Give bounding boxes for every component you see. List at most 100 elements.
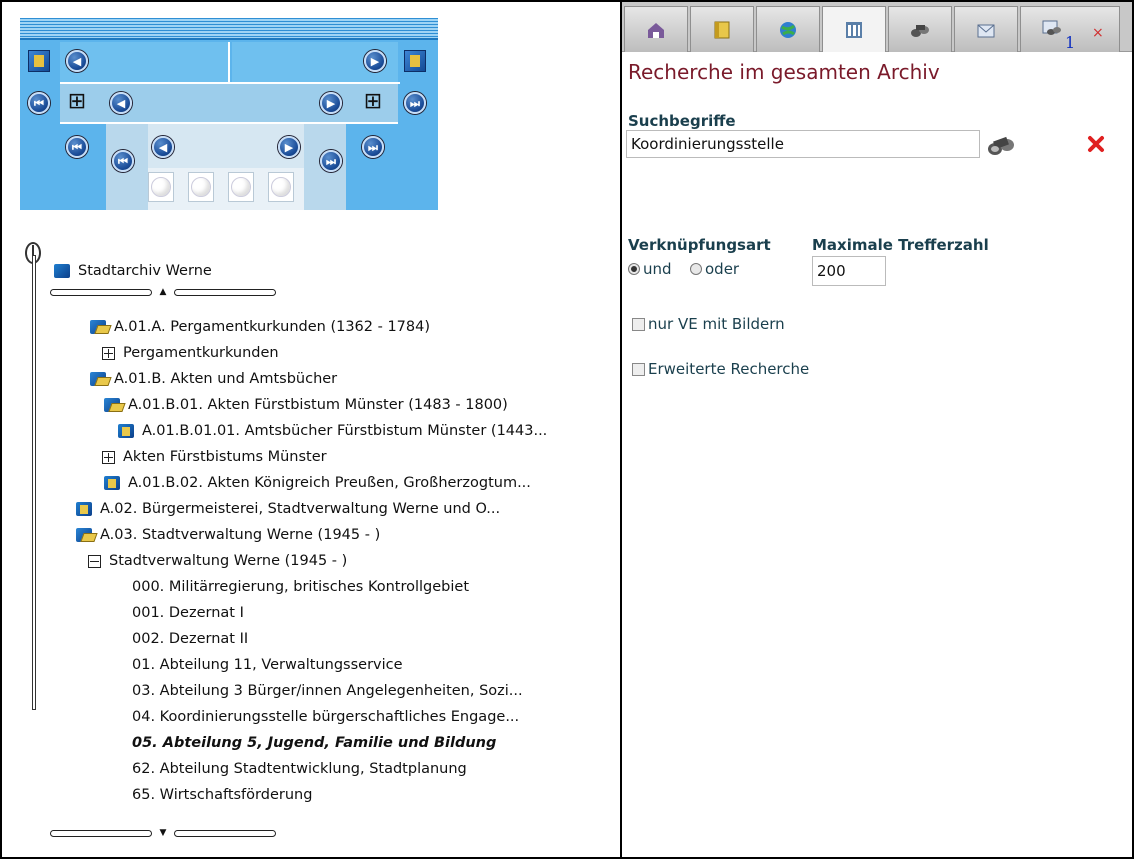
- grid-icon[interactable]: ⊞: [362, 91, 384, 113]
- arrow-left-icon[interactable]: ◀: [66, 50, 88, 72]
- tree-item[interactable]: 65. Wirtschaftsförderung: [132, 784, 312, 806]
- binoculars-icon: [911, 24, 929, 37]
- tree-item-label: 01. Abteilung 11, Verwaltungsservice: [132, 657, 403, 673]
- tree-item[interactable]: A.01.A. Pergamentkurkunden (1362 - 1784): [90, 316, 430, 338]
- tree-item-label: Stadtverwaltung Werne (1945 - ): [109, 553, 348, 569]
- chevron-up-icon: ▲: [159, 287, 167, 297]
- tree-item[interactable]: 03. Abteilung 3 Bürger/innen Angelegenhe…: [132, 680, 523, 702]
- advanced-search-checkbox[interactable]: Erweiterte Recherche: [632, 360, 809, 378]
- first-page-icon[interactable]: [28, 50, 50, 72]
- tab-globe[interactable]: [756, 6, 820, 52]
- tree-root[interactable]: Stadtarchiv Werne: [54, 260, 212, 282]
- thumbnail-placeholder[interactable]: [268, 172, 294, 202]
- folder-open-icon: [104, 398, 120, 412]
- expand-plus-icon[interactable]: [102, 346, 115, 360]
- tree-item[interactable]: 000. Militärregierung, britisches Kontro…: [132, 576, 469, 598]
- thumbnail-placeholder[interactable]: [188, 172, 214, 202]
- radio-or-button[interactable]: [690, 263, 702, 275]
- skip-forward-icon[interactable]: ⏭: [320, 150, 342, 172]
- skip-back-icon[interactable]: ⏮: [66, 136, 88, 158]
- home-icon: [648, 22, 664, 38]
- arrow-right-icon[interactable]: ▶: [278, 136, 300, 158]
- search-input[interactable]: [626, 130, 980, 158]
- tab-search-results[interactable]: 1 ×: [1020, 6, 1120, 52]
- tree-item[interactable]: A.01.B.01. Akten Fürstbistum Münster (14…: [104, 394, 508, 416]
- tree-item-label: 000. Militärregierung, britisches Kontro…: [132, 579, 470, 595]
- tree-item-label: A.01.B.01. Akten Fürstbistum Münster (14…: [128, 397, 508, 413]
- tree-scroll-down[interactable]: ▼: [50, 828, 276, 838]
- tree-item[interactable]: 62. Abteilung Stadtentwicklung, Stadtpla…: [132, 758, 467, 780]
- tree-item[interactable]: A.01.B. Akten und Amtsbücher: [90, 368, 337, 390]
- expand-plus-icon[interactable]: [102, 450, 115, 464]
- tree-item-label: A.02. Bürgermeisterei, Stadtverwaltung W…: [100, 501, 501, 517]
- search-terms-label: Suchbegriffe: [628, 112, 736, 130]
- search-results-icon: [1042, 20, 1061, 35]
- tree-scroll-track[interactable]: [32, 255, 36, 710]
- left-panel: ◀ ▶ ⏮ ⊞ ◀ ▶ ⊞ ⏭ ⏮ ⏮ ◀ ▶ ⏭ ⏭ Stadtarchiv …: [2, 2, 620, 857]
- thumbnail-placeholder[interactable]: [228, 172, 254, 202]
- folder-icon: [76, 502, 92, 516]
- tree-item[interactable]: 001. Dezernat I: [132, 602, 244, 624]
- radio-and[interactable]: und: [628, 260, 672, 278]
- tree-item[interactable]: Pergamentkurkunden: [102, 342, 279, 364]
- tree-item[interactable]: 05. Abteilung 5, Jugend, Familie und Bil…: [132, 732, 496, 754]
- max-hits-input[interactable]: [812, 256, 886, 286]
- tab-archive[interactable]: [822, 6, 886, 52]
- tab-mail[interactable]: [954, 6, 1018, 52]
- clear-icon[interactable]: [1086, 134, 1106, 154]
- tree-item[interactable]: A.01.B.01.01. Amtsbücher Fürstbistum Mün…: [118, 420, 547, 442]
- radio-and-button[interactable]: [628, 263, 640, 275]
- tree-item[interactable]: A.01.B.02. Akten Königreich Preußen, Gro…: [104, 472, 531, 494]
- tree-item-label: 65. Wirtschaftsförderung: [132, 787, 313, 803]
- tab-home[interactable]: [624, 6, 688, 52]
- radio-and-label: und: [643, 260, 672, 278]
- mail-icon: [977, 24, 995, 37]
- tree-item-label: Akten Fürstbistums Münster: [123, 449, 327, 465]
- tree-item[interactable]: A.02. Bürgermeisterei, Stadtverwaltung W…: [76, 498, 500, 520]
- arrow-right-icon[interactable]: ▶: [320, 92, 342, 114]
- advanced-search-label: Erweiterte Recherche: [648, 360, 810, 378]
- archive-icon: [846, 21, 862, 38]
- tree-scroll-up[interactable]: ▲: [50, 287, 276, 297]
- checkbox-icon[interactable]: [632, 317, 645, 331]
- folder-open-icon: [90, 320, 106, 334]
- arrow-right-icon[interactable]: ▶: [364, 50, 386, 72]
- tree-item-label: A.01.B. Akten und Amtsbücher: [114, 371, 338, 387]
- tree-item[interactable]: 04. Koordinierungsstelle bürgerschaftlic…: [132, 706, 519, 728]
- binoculars-icon[interactable]: [986, 132, 1016, 158]
- tree-item[interactable]: 002. Dezernat II: [132, 628, 248, 650]
- arrow-left-icon[interactable]: ◀: [152, 136, 174, 158]
- close-icon[interactable]: ×: [1092, 25, 1104, 41]
- images-only-label: nur VE mit Bildern: [648, 315, 785, 333]
- images-only-checkbox[interactable]: nur VE mit Bildern: [632, 315, 785, 333]
- page-title: Recherche im gesamten Archiv: [628, 60, 940, 84]
- tree-item[interactable]: Akten Fürstbistums Münster: [102, 446, 327, 468]
- arrow-left-icon[interactable]: ◀: [110, 92, 132, 114]
- tab-binoculars[interactable]: [888, 6, 952, 52]
- skip-forward-icon[interactable]: ⏭: [404, 92, 426, 114]
- skip-back-icon[interactable]: ⏮: [112, 150, 134, 172]
- tree-item-label: A.01.B.01.01. Amtsbücher Fürstbistum Mün…: [142, 423, 548, 439]
- tree-item-label: 03. Abteilung 3 Bürger/innen Angelegenhe…: [132, 683, 523, 699]
- thumbnail-placeholder[interactable]: [148, 172, 174, 202]
- tree-item-label: Pergamentkurkunden: [123, 345, 279, 361]
- tree-root-label: Stadtarchiv Werne: [78, 263, 212, 279]
- grid-icon[interactable]: ⊞: [66, 91, 88, 113]
- navigator: ◀ ▶ ⏮ ⊞ ◀ ▶ ⊞ ⏭ ⏮ ⏮ ◀ ▶ ⏭ ⏭: [20, 18, 438, 210]
- checkbox-icon[interactable]: [632, 362, 645, 376]
- last-page-icon[interactable]: [404, 50, 426, 72]
- skip-back-icon[interactable]: ⏮: [28, 92, 50, 114]
- tree-item[interactable]: A.03. Stadtverwaltung Werne (1945 - ): [76, 524, 380, 546]
- tree-item-label: 002. Dezernat II: [132, 631, 249, 647]
- tree-item[interactable]: Stadtverwaltung Werne (1945 - ): [88, 550, 347, 572]
- skip-forward-icon[interactable]: ⏭: [362, 136, 384, 158]
- globe-icon: [780, 21, 796, 38]
- tab-bar: 1 ×: [622, 2, 1132, 52]
- tree-item[interactable]: 01. Abteilung 11, Verwaltungsservice: [132, 654, 403, 676]
- tree-item-label: 62. Abteilung Stadtentwicklung, Stadtpla…: [132, 761, 467, 777]
- collapse-minus-icon[interactable]: [88, 554, 101, 568]
- tab-book[interactable]: [690, 6, 754, 52]
- folder-icon: [118, 424, 134, 438]
- chevron-down-icon: ▼: [159, 828, 167, 838]
- radio-or[interactable]: oder: [690, 260, 739, 278]
